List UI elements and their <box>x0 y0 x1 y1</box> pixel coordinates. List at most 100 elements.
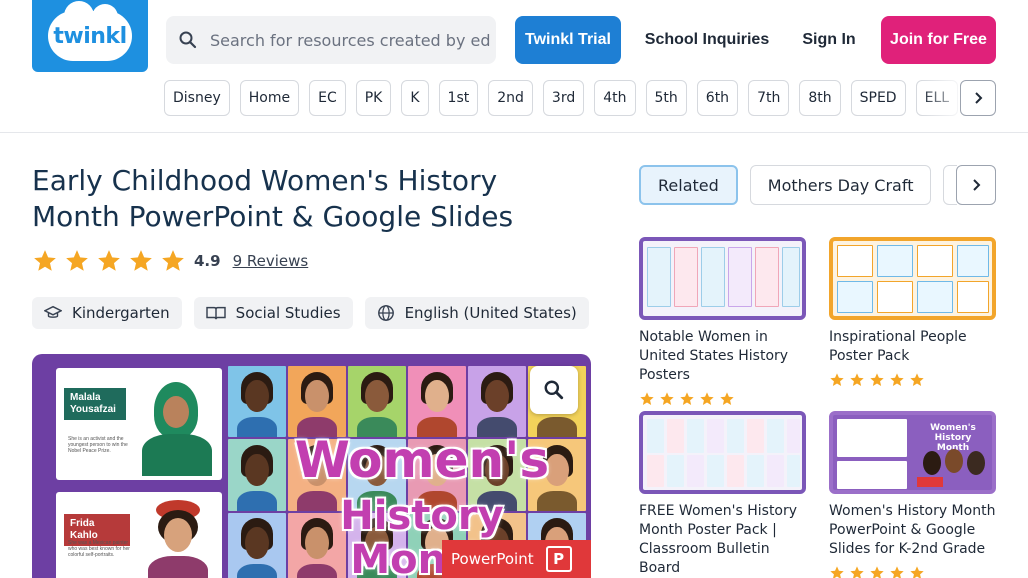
tag-label: Kindergarten <box>72 304 170 322</box>
resource-tag[interactable]: English (United States) <box>364 297 589 329</box>
twinkl-trial-button[interactable]: Twinkl Trial <box>515 16 621 64</box>
logo-text: twinkl <box>53 23 127 49</box>
related-thumbnail-3[interactable] <box>639 411 806 494</box>
star-icon <box>889 372 905 388</box>
related-stars-1 <box>639 391 806 407</box>
card-text-frida: She was a Mexican painter who was best k… <box>68 540 130 558</box>
preview-heading-line1: Women's <box>294 431 550 489</box>
related-tab[interactable]: Related <box>639 165 738 205</box>
rating-value: 4.9 <box>194 252 221 270</box>
star-icon <box>96 248 122 274</box>
star-icon <box>829 372 845 388</box>
tabs-next-button[interactable] <box>956 165 996 205</box>
portrait-tile <box>468 366 526 438</box>
star-icon <box>889 565 905 578</box>
thumb-heading-1: Women's <box>930 423 976 433</box>
related-title-1[interactable]: Notable Women in United States History P… <box>639 328 806 385</box>
search-bar[interactable] <box>166 16 496 64</box>
frida-illustration <box>140 498 216 578</box>
portrait-tile <box>228 366 286 438</box>
preview-card-frida: Frida Kahlo She was a Mexican painter wh… <box>56 492 222 578</box>
resource-tag[interactable]: Social Studies <box>193 297 353 329</box>
format-label: PowerPoint <box>451 550 534 568</box>
related-item-2[interactable]: Inspirational People Poster Pack <box>829 237 996 388</box>
school-inquiries-link[interactable]: School Inquiries <box>638 16 776 64</box>
reviews-link[interactable]: 9 Reviews <box>233 252 309 270</box>
related-thumbnail-4[interactable]: Women's History Month <box>829 411 996 494</box>
powerpoint-format-badge: PowerPoint P <box>442 540 591 578</box>
malala-illustration <box>136 376 216 476</box>
star-icon <box>659 391 675 407</box>
grade-chip[interactable]: 2nd <box>488 80 533 116</box>
star-icon <box>849 372 865 388</box>
portrait-tile <box>348 366 406 438</box>
preview-card-malala: Malala Yousafzai She is an activist and … <box>56 368 222 480</box>
tag-label: English (United States) <box>404 304 577 322</box>
related-stars-2 <box>829 372 996 388</box>
grade-chip[interactable]: SPED <box>850 80 906 116</box>
grade-chip[interactable]: 8th <box>799 80 841 116</box>
star-icon <box>128 248 154 274</box>
grade-chip[interactable]: Home <box>239 80 300 116</box>
star-icon <box>64 248 90 274</box>
grade-chip[interactable]: 4th <box>594 80 636 116</box>
star-icon <box>160 248 186 274</box>
portrait-tile <box>288 366 346 438</box>
related-title-4[interactable]: Women's History Month PowerPoint & Googl… <box>829 502 996 559</box>
related-tab[interactable]: Wo <box>943 165 957 205</box>
related-title-3[interactable]: FREE Women's History Month Poster Pack |… <box>639 502 806 578</box>
related-item-4[interactable]: Women's History Month Women's History Mo… <box>829 411 996 578</box>
related-stars-4 <box>829 565 996 578</box>
grade-chip[interactable]: Disney <box>164 80 230 116</box>
star-icon <box>679 391 695 407</box>
logo-cloud: twinkl <box>48 1 132 61</box>
related-thumbnail-1[interactable] <box>639 237 806 320</box>
related-title-2[interactable]: Inspirational People Poster Pack <box>829 328 996 366</box>
star-icon <box>829 565 845 578</box>
star-icon <box>719 391 735 407</box>
star-icon <box>869 565 885 578</box>
star-icon <box>909 372 925 388</box>
star-icon <box>699 391 715 407</box>
related-thumbnail-2[interactable] <box>829 237 996 320</box>
resource-tags: Kindergarten Social Studies English (Unite… <box>32 297 592 329</box>
star-rating <box>32 248 192 274</box>
resource-tag[interactable]: Kindergarten <box>32 297 182 329</box>
grade-chip[interactable]: 3rd <box>542 80 585 116</box>
related-item-3[interactable]: FREE Women's History Month Poster Pack |… <box>639 411 806 578</box>
zoom-preview-button[interactable] <box>530 366 578 414</box>
star-icon <box>639 391 655 407</box>
sign-in-link[interactable]: Sign In <box>793 16 865 64</box>
join-for-free-button[interactable]: Join for Free <box>881 16 996 64</box>
card-text-malala: She is an activist and the youngest pers… <box>68 436 128 454</box>
tag-label: Social Studies <box>235 304 341 322</box>
book-icon <box>205 304 226 322</box>
star-icon <box>869 372 885 388</box>
related-item-1[interactable]: Notable Women in United States History P… <box>639 237 806 407</box>
chips-next-button[interactable] <box>960 80 996 116</box>
graduation-cap-icon <box>44 304 62 322</box>
star-icon <box>909 565 925 578</box>
chevron-right-icon <box>973 179 981 191</box>
grade-chip[interactable]: 1st <box>438 80 479 116</box>
powerpoint-icon: P <box>545 546 572 572</box>
grade-chip[interactable]: 5th <box>645 80 687 116</box>
page-title: Early Childhood Women's History Month Po… <box>32 164 514 233</box>
grade-chip[interactable]: 7th <box>748 80 790 116</box>
card-name-malala: Malala Yousafzai <box>64 388 126 420</box>
related-tab[interactable]: Mothers Day Craft <box>749 165 932 205</box>
twinkl-logo[interactable]: twinkl <box>32 0 148 72</box>
chevron-right-icon <box>975 92 983 104</box>
search-icon[interactable] <box>166 16 210 64</box>
star-icon <box>849 565 865 578</box>
magnifier-icon <box>544 380 564 400</box>
search-input[interactable] <box>210 30 490 50</box>
grade-chip-bar: Disney Home EC PK K 1st 2nd 3rd 4th 5th 6th 7th 8th S… <box>164 80 970 116</box>
grade-chip[interactable]: 6th <box>696 80 739 116</box>
portrait-tile <box>408 366 466 438</box>
grade-chip[interactable]: K <box>401 80 429 116</box>
grade-chip[interactable]: PK <box>355 80 392 116</box>
site-header: twinkl Twinkl Trial School Inquiries Sig… <box>0 0 1028 133</box>
globe-icon <box>377 304 395 322</box>
grade-chip[interactable]: EC <box>309 80 346 116</box>
